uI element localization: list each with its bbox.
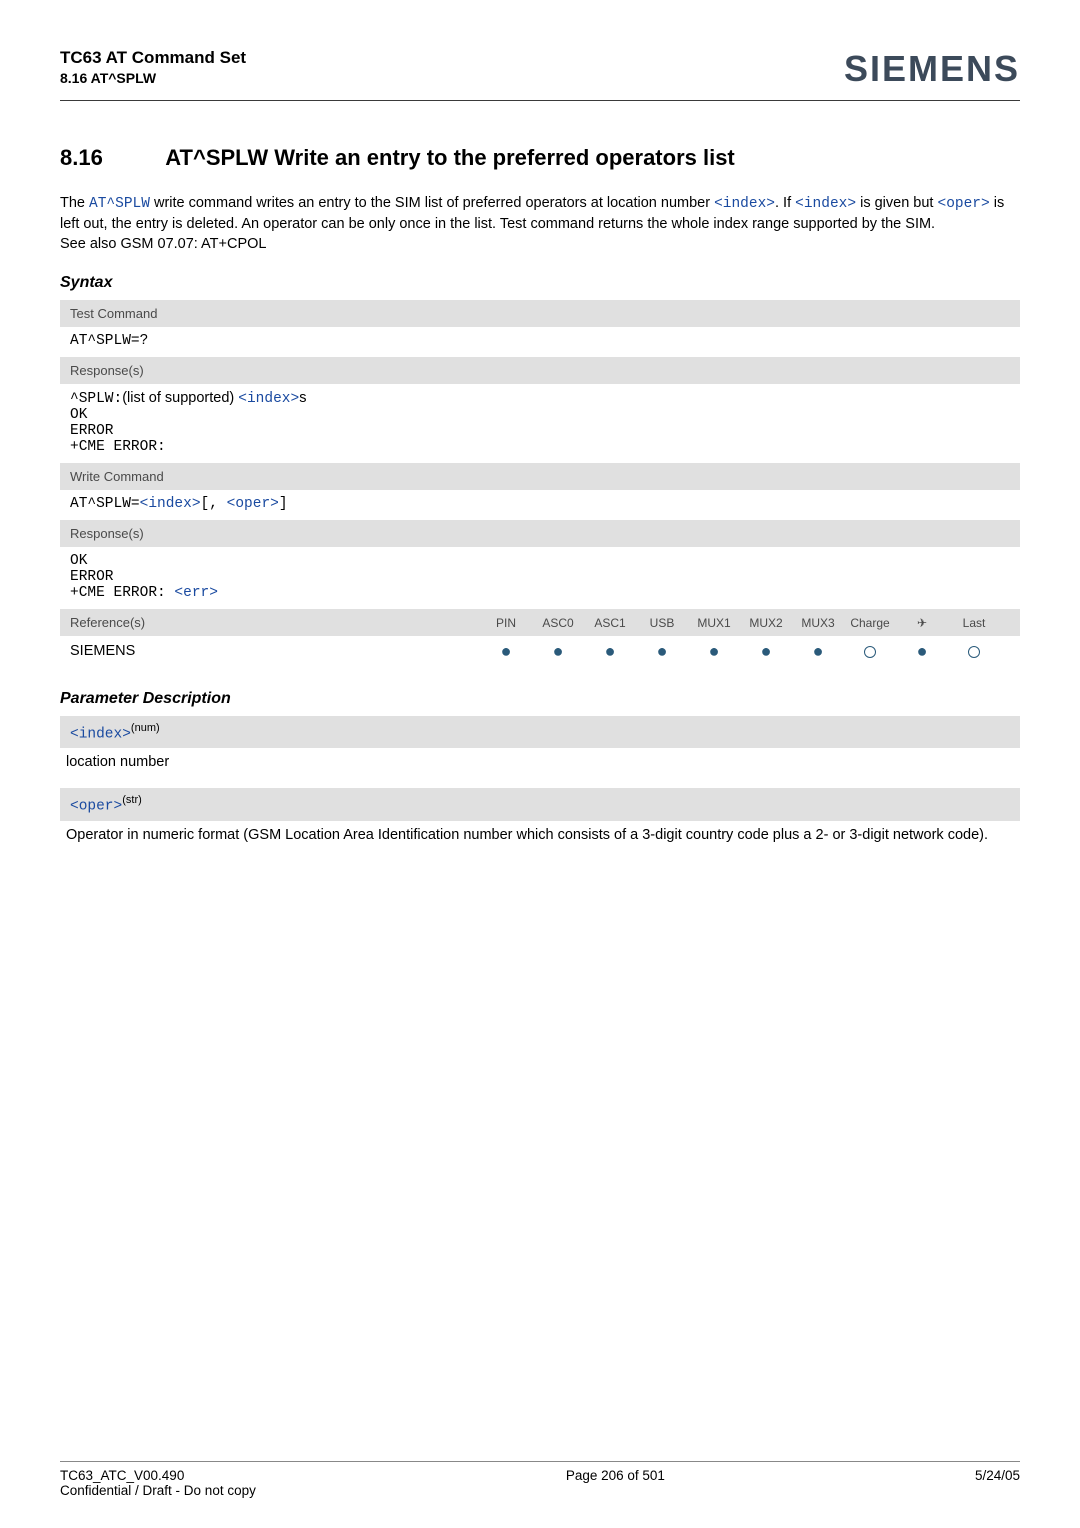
reference-data-row: SIEMENS ● ● ● ● ● ● ● ●	[60, 636, 1020, 666]
intro-see-also: See also GSM 07.07: AT+CPOL	[60, 236, 266, 252]
col-last: Last	[948, 616, 1000, 630]
test-response-body: ^SPLW:(list of supported) <index>s OK ER…	[60, 384, 1020, 463]
header-divider	[60, 100, 1020, 101]
col-mux2: MUX2	[740, 616, 792, 630]
col-mux1: MUX1	[688, 616, 740, 630]
intro-index: <index>	[714, 196, 775, 212]
intro-cmd: AT^SPLW	[89, 196, 150, 212]
resp-suffix: s	[299, 390, 306, 406]
test-command-label: Test Command	[60, 300, 1020, 327]
dot-mux3: ●	[792, 642, 844, 660]
col-airplane-icon: ✈	[896, 616, 948, 630]
siemens-logo: SIEMENS	[844, 48, 1020, 90]
dot-mux2: ●	[740, 642, 792, 660]
reference-dots: ● ● ● ● ● ● ● ●	[480, 642, 1010, 660]
param-oper-desc: Operator in numeric format (GSM Location…	[60, 827, 1020, 843]
resp-error: ERROR	[70, 423, 114, 439]
dot-last	[948, 642, 1000, 660]
resp-text: (list of supported)	[122, 390, 238, 406]
write-command-value: AT^SPLW=<index>[, <oper>]	[60, 490, 1020, 520]
param-index-label: <index>	[70, 726, 131, 742]
intro-text: is given but	[856, 195, 937, 211]
write-cmd-b: [,	[201, 496, 227, 512]
resp-cme: +CME ERROR:	[70, 439, 166, 455]
dot-charge	[844, 642, 896, 660]
col-usb: USB	[636, 616, 688, 630]
page-header: TC63 AT Command Set 8.16 AT^SPLW SIEMENS	[60, 48, 1020, 90]
test-cmd-text: AT^SPLW=?	[70, 333, 148, 349]
col-asc0: ASC0	[532, 616, 584, 630]
dot-usb: ●	[636, 642, 688, 660]
col-pin: PIN	[480, 616, 532, 630]
param-oper-sup: (str)	[122, 794, 142, 806]
dot-asc0: ●	[532, 642, 584, 660]
reference-siemens: SIEMENS	[70, 643, 480, 659]
section-title-text: AT^SPLW Write an entry to the preferred …	[165, 145, 734, 170]
write-response-body: OK ERROR +CME ERROR: <err>	[60, 547, 1020, 609]
write-ok: OK	[70, 553, 87, 569]
footer-confidential: Confidential / Draft - Do not copy	[60, 1483, 256, 1498]
intro-text: The	[60, 195, 89, 211]
doc-title: TC63 AT Command Set	[60, 48, 246, 68]
test-command-block: Test Command AT^SPLW=? Response(s) ^SPLW…	[60, 300, 1020, 463]
reference-columns: PIN ASC0 ASC1 USB MUX1 MUX2 MUX3 Charge …	[480, 616, 1010, 630]
resp-index: <index>	[238, 391, 299, 407]
write-cmd-c: ]	[279, 496, 288, 512]
reference-label: Reference(s)	[70, 615, 480, 630]
write-cmd-a: AT^SPLW=	[70, 496, 140, 512]
write-response-label: Response(s)	[60, 520, 1020, 547]
parameter-heading: Parameter Description	[60, 690, 1020, 708]
write-cmd-index: <index>	[140, 496, 201, 512]
write-command-label: Write Command	[60, 463, 1020, 490]
param-oper-box: <oper>(str)	[60, 788, 1020, 820]
dot-airplane: ●	[896, 642, 948, 660]
dot-asc1: ●	[584, 642, 636, 660]
col-asc1: ASC1	[584, 616, 636, 630]
dot-mux1: ●	[688, 642, 740, 660]
resp-ok: OK	[70, 407, 87, 423]
param-index-sup: (num)	[131, 722, 160, 734]
header-left: TC63 AT Command Set 8.16 AT^SPLW	[60, 48, 246, 86]
intro-text: write command writes an entry to the SIM…	[150, 195, 714, 211]
param-index-box: <index>(num)	[60, 716, 1020, 748]
dot-pin: ●	[480, 642, 532, 660]
intro-oper: <oper>	[938, 196, 990, 212]
write-command-block: Write Command AT^SPLW=<index>[, <oper>] …	[60, 463, 1020, 609]
section-number: 8.16	[60, 145, 160, 171]
test-command-value: AT^SPLW=?	[60, 327, 1020, 357]
footer-left: TC63_ATC_V00.490 Confidential / Draft - …	[60, 1468, 256, 1498]
intro-index: <index>	[795, 196, 856, 212]
write-cme-err: <err>	[174, 585, 218, 601]
doc-subtitle: 8.16 AT^SPLW	[60, 70, 246, 86]
section-heading: 8.16 AT^SPLW Write an entry to the prefe…	[60, 145, 1020, 171]
col-charge: Charge	[844, 616, 896, 630]
write-cme-a: +CME ERROR:	[70, 585, 174, 601]
intro-text: . If	[775, 195, 795, 211]
write-cmd-oper: <oper>	[227, 496, 279, 512]
footer-right: 5/24/05	[975, 1468, 1020, 1498]
footer-docid: TC63_ATC_V00.490	[60, 1468, 184, 1483]
page-footer: TC63_ATC_V00.490 Confidential / Draft - …	[60, 1461, 1020, 1498]
intro-paragraph: The AT^SPLW write command writes an entr…	[60, 193, 1020, 254]
resp-prefix: ^SPLW:	[70, 391, 122, 407]
test-response-label: Response(s)	[60, 357, 1020, 384]
syntax-heading: Syntax	[60, 274, 1020, 292]
param-oper-label: <oper>	[70, 799, 122, 815]
col-mux3: MUX3	[792, 616, 844, 630]
param-index-desc: location number	[60, 754, 1020, 770]
write-error: ERROR	[70, 569, 114, 585]
footer-center: Page 206 of 501	[566, 1468, 665, 1498]
reference-header-row: Reference(s) PIN ASC0 ASC1 USB MUX1 MUX2…	[60, 609, 1020, 636]
